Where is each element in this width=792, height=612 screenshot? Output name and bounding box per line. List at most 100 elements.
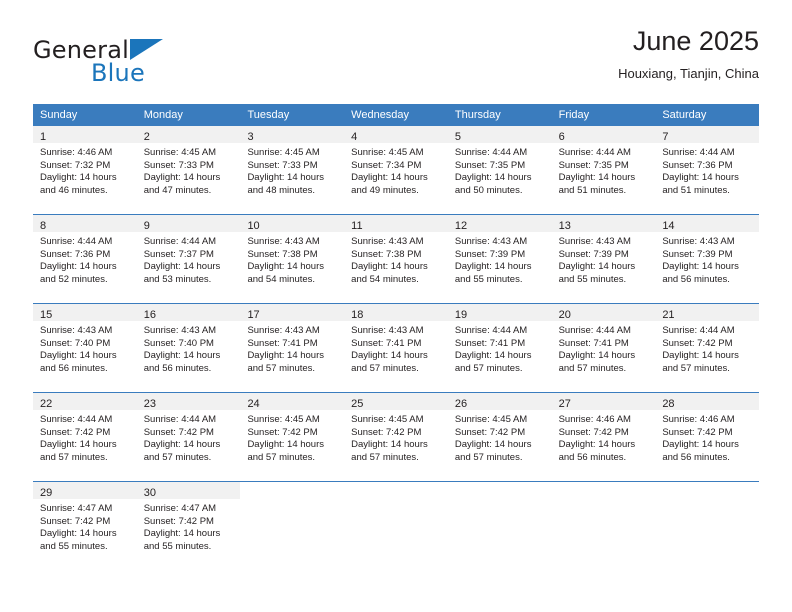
day-cell[interactable]: 21 Sunrise: 4:44 AM Sunset: 7:42 PM Dayl…	[655, 304, 760, 392]
daylight-text-line1: Daylight: 14 hours	[143, 261, 221, 273]
daylight-text-line2: and 56 minutes.	[40, 362, 108, 374]
daylight-text-line1: Daylight: 14 hours	[40, 172, 117, 184]
day-cell[interactable]: 2 Sunrise: 4:45 AM Sunset: 7:33 PM Dayli…	[136, 126, 241, 214]
day-number: 14	[662, 220, 675, 232]
daylight-text-line1: Daylight: 14 hours	[454, 350, 532, 362]
daylight-text-line2: and 57 minutes.	[454, 451, 523, 463]
sunset-text: Sunset: 7:41 PM	[558, 337, 629, 349]
day-cell[interactable]: 23 Sunrise: 4:44 AM Sunset: 7:42 PM Dayl…	[136, 393, 241, 481]
day-number-band: 1	[33, 126, 137, 143]
sunrise-text: Sunrise: 4:47 AM	[40, 503, 113, 514]
day-cell[interactable]: 27 Sunrise: 4:46 AM Sunset: 7:42 PM Dayl…	[551, 393, 656, 481]
day-cell[interactable]: 26 Sunrise: 4:45 AM Sunset: 7:42 PM Dayl…	[447, 393, 552, 481]
daylight-text-line2: and 57 minutes.	[247, 451, 316, 463]
day-cell[interactable]: 19 Sunrise: 4:44 AM Sunset: 7:41 PM Dayl…	[447, 304, 552, 392]
daylight-text-line2: and 55 minutes.	[454, 273, 523, 285]
daylight-text-line1: Daylight: 14 hours	[247, 439, 325, 451]
sunrise-text: Sunrise: 4:44 AM	[558, 325, 631, 336]
sunrise-text: Sunrise: 4:45 AM	[351, 147, 424, 158]
sunset-text: Sunset: 7:33 PM	[247, 159, 318, 171]
day-cell[interactable]: 9 Sunrise: 4:44 AM Sunset: 7:37 PM Dayli…	[136, 215, 241, 303]
day-cell[interactable]: 29 Sunrise: 4:47 AM Sunset: 7:42 PM Dayl…	[33, 482, 137, 570]
day-cell[interactable]: 6 Sunrise: 4:44 AM Sunset: 7:35 PM Dayli…	[551, 126, 656, 214]
daylight-text-line2: and 55 minutes.	[40, 540, 108, 552]
day-details: Sunrise: 4:45 AM Sunset: 7:42 PM Dayligh…	[448, 410, 552, 464]
sunrise-text: Sunrise: 4:45 AM	[247, 147, 320, 158]
sunset-text: Sunset: 7:42 PM	[40, 426, 111, 438]
day-cell-empty	[552, 482, 656, 570]
sunset-text: Sunset: 7:41 PM	[247, 337, 318, 349]
day-number-band: 12	[447, 215, 552, 232]
day-cell[interactable]: 20 Sunrise: 4:44 AM Sunset: 7:41 PM Dayl…	[551, 304, 656, 392]
day-cell[interactable]: 24 Sunrise: 4:45 AM Sunset: 7:42 PM Dayl…	[240, 393, 345, 481]
sunset-text: Sunset: 7:42 PM	[40, 515, 111, 527]
day-number: 23	[143, 398, 156, 410]
sunrise-text: Sunrise: 4:44 AM	[662, 147, 735, 158]
day-number: 12	[454, 220, 468, 232]
daylight-text-line1: Daylight: 14 hours	[143, 439, 221, 451]
day-number: 3	[247, 131, 254, 143]
day-number: 7	[662, 131, 669, 143]
day-cell[interactable]: 14 Sunrise: 4:43 AM Sunset: 7:39 PM Dayl…	[655, 215, 760, 303]
day-cell[interactable]: 28 Sunrise: 4:46 AM Sunset: 7:42 PM Dayl…	[655, 393, 760, 481]
day-details: Sunrise: 4:43 AM Sunset: 7:38 PM Dayligh…	[240, 232, 344, 286]
day-details: Sunrise: 4:45 AM Sunset: 7:33 PM Dayligh…	[137, 143, 241, 197]
sunset-text: Sunset: 7:39 PM	[454, 248, 526, 260]
day-cell[interactable]: 30 Sunrise: 4:47 AM Sunset: 7:42 PM Dayl…	[136, 482, 241, 570]
day-cell[interactable]: 11 Sunrise: 4:43 AM Sunset: 7:38 PM Dayl…	[344, 215, 448, 303]
daylight-text-line2: and 55 minutes.	[143, 540, 212, 552]
sunrise-text: Sunrise: 4:44 AM	[662, 325, 735, 336]
day-cell[interactable]: 12 Sunrise: 4:43 AM Sunset: 7:39 PM Dayl…	[447, 215, 552, 303]
day-cell[interactable]: 16 Sunrise: 4:43 AM Sunset: 7:40 PM Dayl…	[136, 304, 241, 392]
day-number-band: 22	[33, 393, 137, 410]
daylight-text-line1: Daylight: 14 hours	[662, 439, 739, 451]
sunrise-text: Sunrise: 4:44 AM	[143, 236, 217, 247]
daylight-text-line1: Daylight: 14 hours	[558, 350, 636, 362]
day-cell[interactable]: 22 Sunrise: 4:44 AM Sunset: 7:42 PM Dayl…	[33, 393, 137, 481]
calendar-week-row: 29 Sunrise: 4:47 AM Sunset: 7:42 PM Dayl…	[33, 481, 759, 570]
day-details: Sunrise: 4:44 AM Sunset: 7:42 PM Dayligh…	[33, 410, 137, 464]
day-cell[interactable]: 17 Sunrise: 4:43 AM Sunset: 7:41 PM Dayl…	[240, 304, 345, 392]
day-details: Sunrise: 4:47 AM Sunset: 7:42 PM Dayligh…	[33, 499, 137, 553]
sunrise-text: Sunrise: 4:47 AM	[143, 503, 217, 514]
sunrise-text: Sunrise: 4:45 AM	[351, 414, 424, 425]
daylight-text-line1: Daylight: 14 hours	[247, 261, 325, 273]
sunset-text: Sunset: 7:38 PM	[247, 248, 318, 260]
day-number: 9	[143, 220, 150, 232]
daylight-text-line2: and 57 minutes.	[143, 451, 212, 463]
daylight-text-line1: Daylight: 14 hours	[247, 172, 325, 184]
day-cell[interactable]: 8 Sunrise: 4:44 AM Sunset: 7:36 PM Dayli…	[33, 215, 137, 303]
day-cell[interactable]: 3 Sunrise: 4:45 AM Sunset: 7:33 PM Dayli…	[240, 126, 345, 214]
day-cell-empty	[655, 482, 759, 570]
day-cell[interactable]: 7 Sunrise: 4:44 AM Sunset: 7:36 PM Dayli…	[655, 126, 760, 214]
daylight-text-line2: and 56 minutes.	[558, 451, 627, 463]
day-cell[interactable]: 10 Sunrise: 4:43 AM Sunset: 7:38 PM Dayl…	[240, 215, 345, 303]
day-cell[interactable]: 15 Sunrise: 4:43 AM Sunset: 7:40 PM Dayl…	[33, 304, 137, 392]
daylight-text-line1: Daylight: 14 hours	[662, 172, 739, 184]
sunset-text: Sunset: 7:38 PM	[351, 248, 422, 260]
day-cell[interactable]: 5 Sunrise: 4:44 AM Sunset: 7:35 PM Dayli…	[447, 126, 552, 214]
day-number-band: 23	[136, 393, 241, 410]
day-details: Sunrise: 4:43 AM Sunset: 7:38 PM Dayligh…	[344, 232, 448, 286]
day-cell[interactable]: 25 Sunrise: 4:45 AM Sunset: 7:42 PM Dayl…	[344, 393, 448, 481]
day-cell[interactable]: 18 Sunrise: 4:43 AM Sunset: 7:41 PM Dayl…	[344, 304, 448, 392]
day-number-band	[552, 482, 656, 499]
day-cell[interactable]: 13 Sunrise: 4:43 AM Sunset: 7:39 PM Dayl…	[551, 215, 656, 303]
day-number: 24	[247, 398, 260, 410]
day-details: Sunrise: 4:44 AM Sunset: 7:41 PM Dayligh…	[448, 321, 552, 375]
sunrise-text: Sunrise: 4:45 AM	[247, 414, 320, 425]
daylight-text-line2: and 48 minutes.	[247, 184, 316, 196]
day-number: 15	[40, 309, 53, 321]
day-number-band: 11	[344, 215, 448, 232]
day-cell[interactable]: 1 Sunrise: 4:46 AM Sunset: 7:32 PM Dayli…	[33, 126, 137, 214]
daylight-text-line1: Daylight: 14 hours	[40, 261, 117, 273]
brand-logo[interactable]: General Blue	[33, 36, 233, 92]
calendar-week-row: 15 Sunrise: 4:43 AM Sunset: 7:40 PM Dayl…	[33, 303, 760, 392]
weekday-header-thursday: Thursday	[454, 109, 501, 121]
day-cell[interactable]: 4 Sunrise: 4:45 AM Sunset: 7:34 PM Dayli…	[344, 126, 448, 214]
day-cell-empty	[344, 482, 448, 570]
calendar-page: General Blue June 2025 Houxiang, Tianjin…	[0, 0, 792, 612]
day-number: 19	[454, 309, 468, 321]
sunset-text: Sunset: 7:35 PM	[454, 159, 526, 171]
day-number-band: 15	[33, 304, 137, 321]
